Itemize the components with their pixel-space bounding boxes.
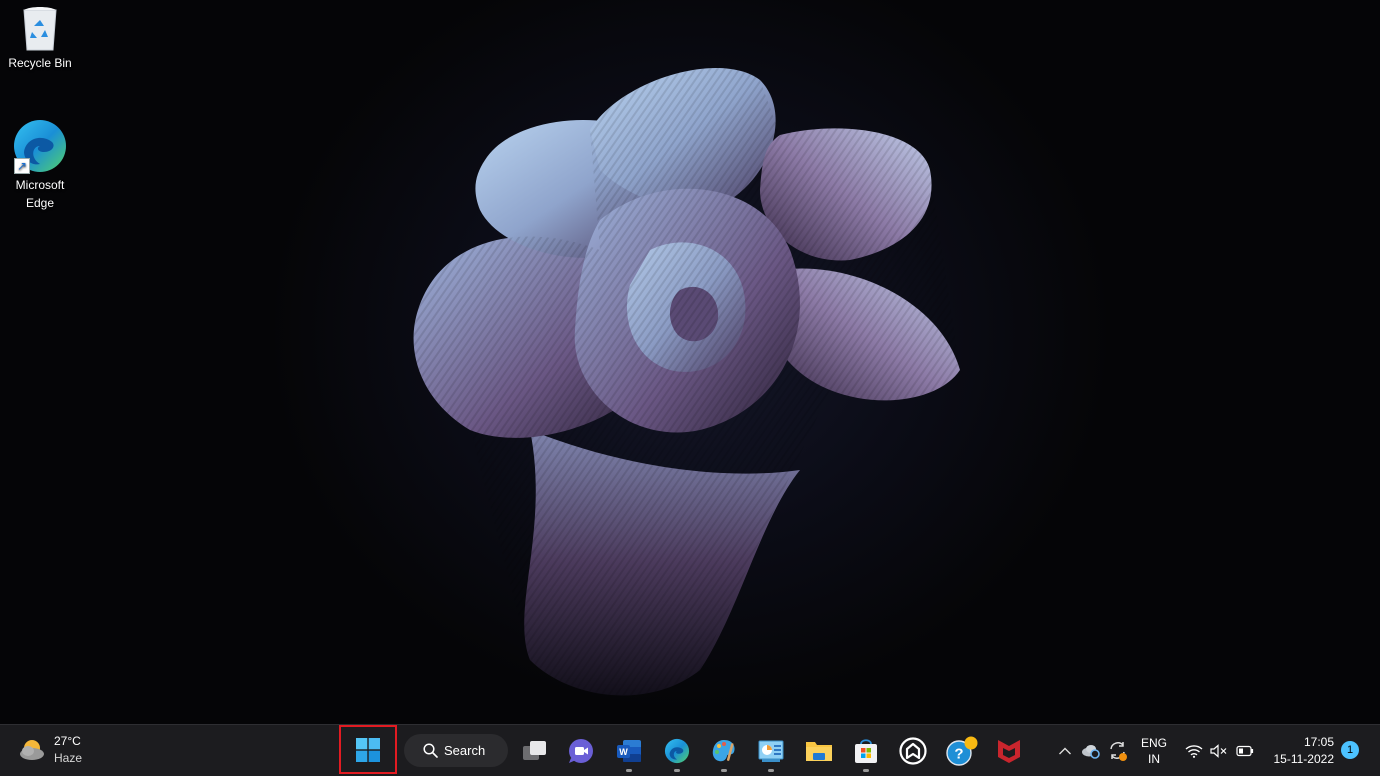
help-icon: ?: [946, 736, 978, 766]
store-icon: [855, 738, 877, 763]
taskbar-app-control-panel[interactable]: [749, 725, 793, 776]
taskbar-app-paint[interactable]: [702, 725, 746, 776]
start-button[interactable]: [339, 725, 397, 774]
mcafee-icon: [998, 739, 1020, 763]
onedrive-sync-icon: [1082, 744, 1100, 759]
file-explorer-icon: [806, 741, 832, 761]
tray-wifi[interactable]: [1183, 725, 1205, 776]
language-region: IN: [1148, 752, 1160, 766]
taskbar-app-house[interactable]: [891, 725, 935, 776]
taskbar-app-chat[interactable]: [559, 725, 603, 776]
control-panel-icon: [758, 740, 784, 762]
taskbar-app-word[interactable]: W: [607, 725, 651, 776]
windows-start-icon: [356, 737, 380, 762]
notification-badge[interactable]: 1: [1341, 741, 1359, 759]
haze-cloud-icon: [20, 740, 44, 760]
desktop-icon-recycle-bin[interactable]: Recycle Bin: [0, 4, 80, 72]
search-box[interactable]: Search: [404, 734, 508, 767]
taskbar: 27°C Haze Search W ? ENG IN 17:05 15-11-…: [0, 724, 1380, 776]
clock-time: 17:05: [1303, 735, 1334, 749]
update-sync-icon: [1110, 741, 1127, 761]
running-indicator: [626, 769, 632, 772]
desktop-icon-label: Recycle Bin: [8, 56, 72, 70]
language-code: ENG: [1140, 736, 1167, 750]
tray-battery[interactable]: [1234, 725, 1256, 776]
desktop-icon-microsoft-edge[interactable]: ↗ Microsoft Edge: [0, 118, 80, 212]
chevron-up-icon: [1059, 747, 1071, 754]
svg-text:W: W: [619, 747, 628, 757]
wifi-icon: [1185, 744, 1203, 758]
shortcut-arrow-icon: ↗: [14, 158, 30, 174]
battery-icon: [1236, 745, 1254, 756]
clock-date: 15-11-2022: [1273, 752, 1335, 766]
recycle-bin-icon: [23, 7, 57, 51]
teams-chat-icon: [569, 738, 593, 763]
task-view-icon: [523, 740, 546, 760]
weather-widget[interactable]: 27°C Haze: [18, 733, 82, 767]
edge-icon: [664, 738, 690, 763]
tray-update[interactable]: [1106, 725, 1130, 776]
taskbar-app-microsoft-store[interactable]: [844, 725, 888, 776]
house-outline-icon: [899, 736, 927, 765]
search-label: Search: [444, 743, 486, 758]
tray-overflow-button[interactable]: [1055, 725, 1075, 776]
tray-volume[interactable]: [1208, 725, 1230, 776]
taskbar-app-get-help[interactable]: ?: [940, 725, 984, 776]
weather-condition: Haze: [54, 751, 83, 765]
wallpaper-bloom: [413, 68, 960, 696]
taskbar-app-edge[interactable]: [655, 725, 699, 776]
tray-onedrive[interactable]: [1080, 725, 1102, 776]
desktop: Recycle Bin ↗ Microsoft Edge: [0, 0, 1380, 724]
weather-temperature: 27°C: [54, 734, 81, 748]
volume-muted-icon: [1210, 743, 1227, 758]
svg-text:?: ?: [954, 745, 963, 762]
desktop-icon-label: Edge: [25, 196, 55, 210]
running-indicator: [721, 769, 727, 772]
word-icon: W: [617, 739, 641, 762]
paint-icon: [712, 739, 735, 761]
taskbar-app-task-view[interactable]: [513, 725, 557, 776]
taskbar-app-file-explorer[interactable]: [797, 725, 841, 776]
language-indicator[interactable]: ENG IN: [1136, 735, 1172, 767]
search-icon: [423, 743, 438, 758]
running-indicator: [674, 769, 680, 772]
running-indicator: [863, 769, 869, 772]
taskbar-app-mcafee[interactable]: [987, 725, 1031, 776]
running-indicator: [768, 769, 774, 772]
desktop-icon-label: Microsoft: [15, 178, 65, 192]
clock[interactable]: 17:05 15-11-2022: [1274, 734, 1335, 768]
